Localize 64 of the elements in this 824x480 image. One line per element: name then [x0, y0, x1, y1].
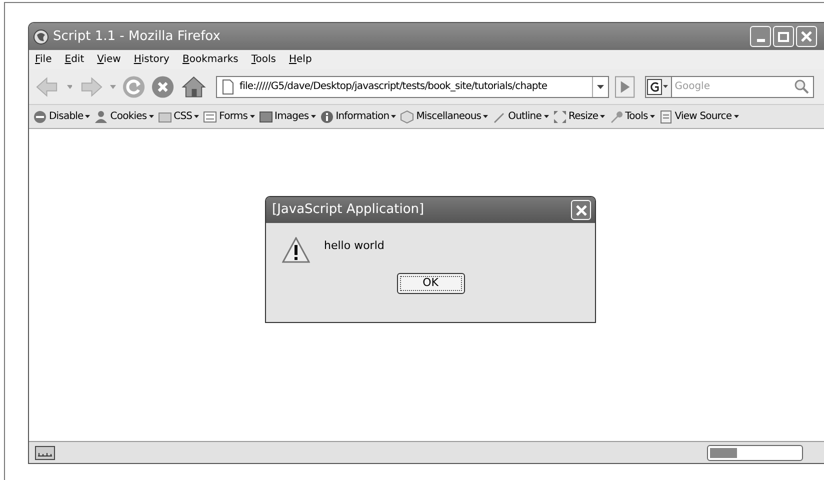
page-icon[interactable] — [658, 110, 673, 124]
dropdown-arrow-icon[interactable] — [600, 115, 606, 118]
dialog-title: [JavaScript Application] — [272, 201, 426, 220]
ruler-icon[interactable] — [35, 446, 55, 460]
toolbar-menu[interactable]: Images — [274, 109, 309, 124]
menu-item[interactable]: Tools — [251, 52, 276, 67]
dropdown-arrow-icon[interactable] — [734, 115, 739, 118]
menu-item[interactable]: History — [134, 52, 170, 67]
close-icon — [801, 31, 812, 42]
menu-item[interactable]: View — [97, 52, 121, 67]
toolbar-menu[interactable]: Disable — [49, 109, 84, 124]
close-button[interactable] — [571, 200, 591, 220]
go-icon[interactable] — [615, 76, 635, 98]
dropdown-arrow-icon[interactable] — [391, 115, 396, 118]
home-icon[interactable] — [180, 74, 206, 98]
menu-item[interactable]: Help — [289, 52, 312, 67]
resize-arrows-icon[interactable] — [552, 110, 566, 124]
page-icon — [220, 78, 236, 94]
globe-icon — [33, 28, 49, 44]
dialog-message: hello world — [324, 238, 384, 254]
minimize-icon — [756, 39, 764, 42]
menu-item[interactable]: Edit — [64, 52, 84, 67]
search-icon — [794, 78, 810, 94]
form-icon[interactable] — [203, 110, 218, 124]
close-button[interactable] — [796, 26, 817, 47]
url-text: file://///G5/dave/Desktop/javascript/tests/book_site/tutorials/chapte — [239, 80, 548, 94]
toolbar-menu[interactable]: Forms — [219, 109, 248, 124]
toolbar-menu[interactable]: View Source — [674, 109, 732, 124]
dropdown-arrow-icon[interactable] — [194, 115, 200, 118]
toolbar-menu[interactable]: Resize — [568, 109, 598, 124]
window-title: Script 1.1 - Mozilla Firefox — [53, 28, 220, 46]
search-engine-logo-icon — [647, 78, 670, 94]
minus-circle-icon[interactable] — [33, 110, 47, 124]
maximize-button[interactable] — [773, 26, 794, 47]
address-bar[interactable]: file://///G5/dave/Desktop/javascript/tests/book_site/tutorials/chapte — [216, 76, 610, 98]
toolbar-menu[interactable]: Cookies — [110, 109, 147, 124]
maximize-icon — [778, 32, 789, 42]
toolbar-menu[interactable]: CSS — [174, 109, 192, 124]
dropdown-arrow-icon[interactable] — [483, 115, 488, 118]
dropdown-arrow-icon[interactable] — [310, 115, 316, 118]
ok-button[interactable]: OK — [396, 273, 464, 294]
menu-item[interactable]: File — [35, 52, 52, 67]
menu-item[interactable]: Bookmarks — [182, 52, 238, 67]
info-icon[interactable] — [320, 110, 334, 124]
dropdown-arrow-icon[interactable] — [148, 115, 154, 118]
image-icon[interactable] — [258, 110, 273, 124]
dropdown-arrow-icon[interactable] — [650, 115, 655, 118]
warning-icon — [282, 237, 310, 263]
stop-icon[interactable] — [151, 74, 175, 98]
toolbar-menu[interactable]: Information — [336, 109, 390, 124]
search-button[interactable] — [792, 76, 814, 98]
toolbar-menu[interactable]: Tools — [625, 109, 648, 124]
person-icon[interactable] — [94, 110, 108, 124]
toolbar-menu[interactable]: Outline — [508, 109, 542, 124]
dropdown-arrow-icon[interactable] — [544, 115, 548, 118]
toolbar-menu[interactable]: Miscellaneous — [416, 109, 482, 124]
dropdown-arrow-icon[interactable] — [85, 115, 90, 118]
close-icon — [576, 204, 586, 216]
search-field[interactable]: Google — [672, 76, 792, 98]
reload-icon[interactable] — [122, 74, 146, 98]
dropdown-arrow-icon[interactable] — [250, 115, 255, 118]
dropdown-arrow-icon — [597, 84, 604, 88]
minimize-button[interactable] — [750, 26, 771, 47]
search-engine-button[interactable] — [644, 76, 672, 98]
